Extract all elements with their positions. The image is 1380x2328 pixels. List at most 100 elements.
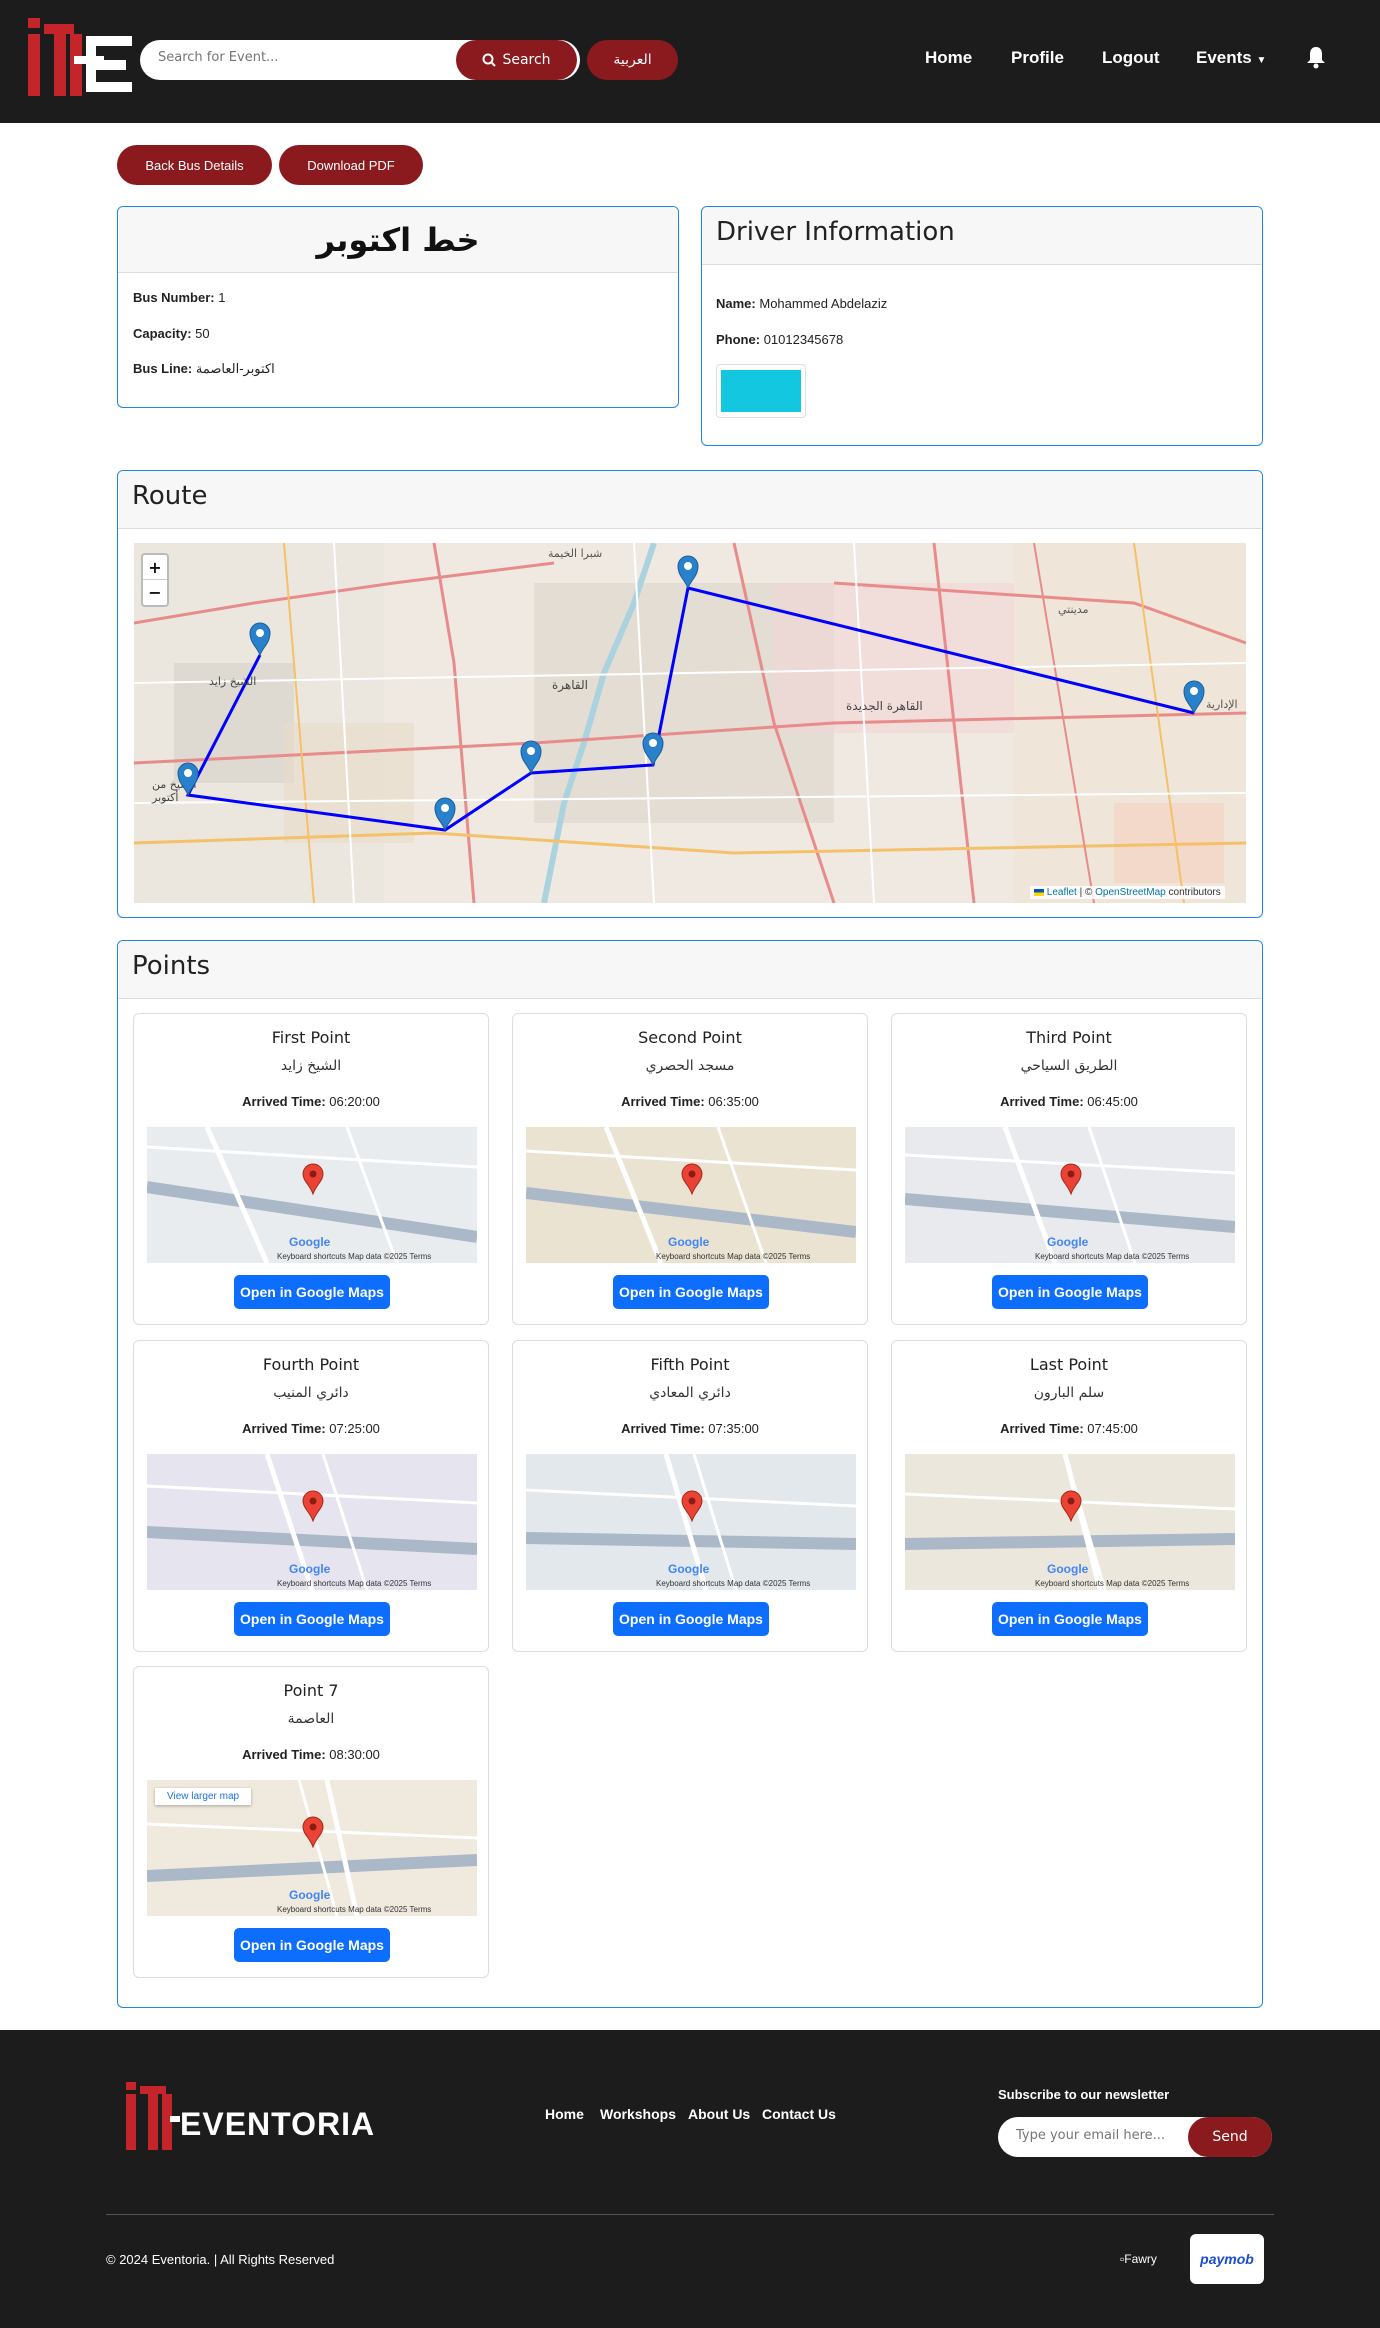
bus-line-label: Bus Line: [133, 361, 193, 376]
point-arrived-time: Arrived Time: 06:20:00 [134, 1094, 488, 1109]
newsletter-form: Send [998, 2117, 1272, 2157]
point-title: Last Point [1029, 1355, 1109, 1374]
point-title: First Point [271, 1028, 351, 1047]
map-footer-links[interactable]: Keyboard shortcuts Map data ©2025 Terms [277, 1905, 431, 1914]
open-google-maps-button[interactable]: Open in Google Maps [613, 1275, 769, 1309]
zoom-out-button[interactable]: − [143, 580, 167, 605]
leaflet-link[interactable]: Leaflet [1047, 887, 1077, 898]
download-pdf-button[interactable]: Download PDF [279, 145, 423, 185]
map-marker-icon[interactable] [177, 762, 199, 797]
newsletter-email-input[interactable] [1016, 2128, 1176, 2143]
map-marker-icon[interactable] [1183, 680, 1205, 715]
point-card: Point 7 العاصمة Arrived Time: 08:30:00 Goog… [133, 1666, 489, 1978]
map-footer-links[interactable]: Keyboard shortcuts Map data ©2025 Terms [277, 1579, 431, 1588]
driver-card-header: Driver Information [702, 207, 1262, 265]
open-google-maps-button[interactable]: Open in Google Maps [234, 1275, 390, 1309]
driver-phone-label: Phone: [716, 332, 761, 347]
map-attribution: Leaflet | © OpenStreetMap contributors [1030, 886, 1225, 899]
arrived-time-value: 06:45:00 [1087, 1094, 1138, 1109]
point-google-map[interactable]: Google Keyboard shortcuts Map data ©2025 … [905, 1127, 1235, 1263]
point-card: Fourth Point دائري المنيب Arrived Time: 07… [133, 1340, 489, 1652]
arrived-time-label: Arrived Time: [1000, 1094, 1084, 1109]
point-google-map[interactable]: Google Keyboard shortcuts Map data ©2025 … [526, 1454, 856, 1590]
point-google-map[interactable]: Google Keyboard shortcuts Map data ©2025 … [147, 1454, 477, 1590]
nav-events-dropdown[interactable]: Events ▼ [1196, 48, 1266, 68]
arrived-time-label: Arrived Time: [1000, 1421, 1084, 1436]
attribution-separator: | © [1079, 887, 1093, 898]
search-input[interactable] [158, 50, 418, 65]
point-title: Third Point [1026, 1028, 1112, 1047]
newsletter-send-button[interactable]: Send [1188, 2117, 1272, 2157]
map-pin-icon [302, 1163, 324, 1195]
point-arrived-time: Arrived Time: 07:45:00 [892, 1421, 1246, 1436]
bus-title: خط اكتوبر [316, 220, 480, 259]
driver-phone-value: 01012345678 [763, 332, 844, 347]
arrived-time-value: 06:35:00 [708, 1094, 759, 1109]
bus-card-header: خط اكتوبر [118, 207, 678, 273]
arrived-time-label: Arrived Time: [242, 1747, 326, 1762]
map-marker-icon[interactable] [434, 797, 456, 832]
point-google-map[interactable]: Google Keyboard shortcuts Map data ©2025 … [147, 1127, 477, 1263]
bus-info-card: خط اكتوبر [117, 206, 679, 408]
open-google-maps-button[interactable]: Open in Google Maps [234, 1928, 390, 1962]
search-button-label: Search [502, 52, 551, 68]
map-footer-links[interactable]: Keyboard shortcuts Map data ©2025 Terms [1035, 1252, 1189, 1261]
point-card: Third Point الطريق السياحي Arrived Time: 0… [891, 1013, 1247, 1325]
arrived-time-label: Arrived Time: [242, 1421, 326, 1436]
google-logo: Google [668, 1235, 710, 1249]
nav-home[interactable]: Home [925, 48, 972, 68]
point-arrived-time: Arrived Time: 07:25:00 [134, 1421, 488, 1436]
open-google-maps-button[interactable]: Open in Google Maps [992, 1275, 1148, 1309]
notification-bell-icon[interactable] [1305, 45, 1327, 69]
arrived-time-value: 07:25:00 [329, 1421, 380, 1436]
map-footer-links[interactable]: Keyboard shortcuts Map data ©2025 Terms [1035, 1579, 1189, 1588]
point-google-map[interactable]: Google Keyboard shortcuts Map data ©2025 … [147, 1780, 477, 1916]
iti-events-logo[interactable] [26, 16, 132, 100]
arrived-time-label: Arrived Time: [242, 1094, 326, 1109]
map-marker-icon[interactable] [520, 740, 542, 775]
google-logo: Google [289, 1888, 331, 1902]
language-toggle-button[interactable]: العربية [587, 40, 678, 80]
caret-down-icon: ▼ [1256, 55, 1267, 66]
back-bus-details-button[interactable]: Back Bus Details [117, 145, 272, 185]
map-footer-links[interactable]: Keyboard shortcuts Map data ©2025 Terms [656, 1252, 810, 1261]
map-pin-icon [681, 1490, 703, 1522]
nav-profile[interactable]: Profile [1011, 48, 1064, 68]
route-map[interactable]: شبرا الخيمة القاهرة القاهرة الجديدة الشي… [134, 543, 1246, 903]
point-google-map[interactable]: Google Keyboard shortcuts Map data ©2025 … [905, 1454, 1235, 1590]
open-google-maps-button[interactable]: Open in Google Maps [234, 1602, 390, 1636]
bus-number-value: 1 [218, 290, 226, 305]
map-footer-links[interactable]: Keyboard shortcuts Map data ©2025 Terms [656, 1579, 810, 1588]
footer-link-about[interactable]: About Us [688, 2106, 750, 2122]
zoom-in-button[interactable]: + [143, 555, 167, 580]
map-marker-icon[interactable] [642, 732, 664, 767]
driver-phone-field: Phone: 01012345678 [716, 332, 843, 347]
bus-line-field: Bus Line: اكتوبر-العاصمة [133, 361, 275, 377]
fawry-alt-text: Fawry [1124, 2252, 1157, 2266]
openstreetmap-link[interactable]: OpenStreetMap [1095, 887, 1166, 898]
map-footer-links[interactable]: Keyboard shortcuts Map data ©2025 Terms [277, 1252, 431, 1261]
map-marker-icon[interactable] [249, 622, 271, 657]
route-markers [177, 555, 1205, 832]
point-subtitle: الشيخ زايد [280, 1058, 342, 1074]
footer-link-workshops[interactable]: Workshops [600, 2106, 676, 2122]
footer-link-home[interactable]: Home [545, 2106, 584, 2122]
capacity-field: Capacity: 50 [133, 326, 210, 341]
point-google-map[interactable]: Google Keyboard shortcuts Map data ©2025 … [526, 1127, 856, 1263]
open-google-maps-button[interactable]: Open in Google Maps [613, 1602, 769, 1636]
ukraine-flag-icon [1034, 888, 1044, 896]
google-logo: Google [1047, 1562, 1089, 1576]
map-pin-icon [302, 1490, 324, 1522]
point-title: Point 7 [283, 1681, 339, 1700]
footer-link-contact[interactable]: Contact Us [762, 2106, 836, 2122]
map-marker-icon[interactable] [677, 555, 699, 590]
view-larger-map-link[interactable]: View larger map [155, 1788, 252, 1805]
nav-events-label: Events [1196, 48, 1252, 67]
point-arrived-time: Arrived Time: 07:35:00 [513, 1421, 867, 1436]
search-button[interactable]: Search [456, 40, 577, 80]
nav-logout[interactable]: Logout [1102, 48, 1160, 68]
google-logo: Google [289, 1235, 331, 1249]
attribution-tail: contributors [1168, 887, 1221, 898]
open-google-maps-button[interactable]: Open in Google Maps [992, 1602, 1148, 1636]
capacity-label: Capacity: [133, 326, 192, 341]
